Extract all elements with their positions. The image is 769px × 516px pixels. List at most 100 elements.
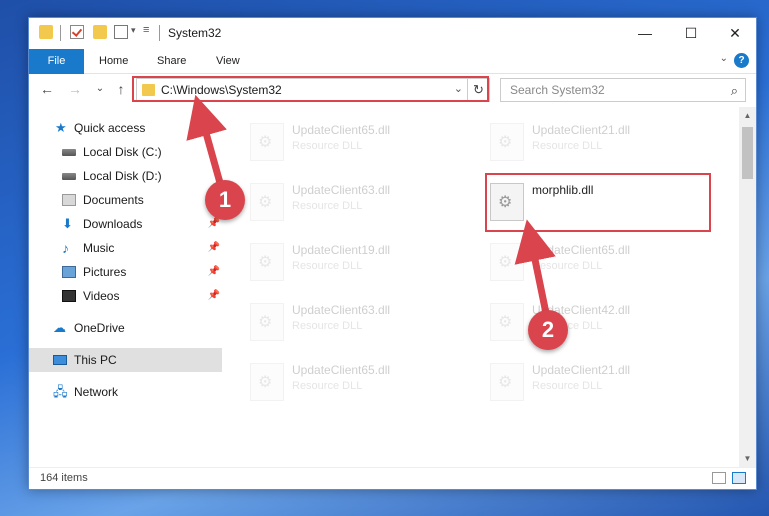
minimize-button[interactable]: — — [622, 18, 668, 48]
details-view-icon[interactable] — [712, 472, 726, 484]
recent-locations-button[interactable]: ⌄ — [91, 83, 109, 94]
up-button[interactable]: ↑ — [112, 81, 130, 97]
quick-access-menu-icon[interactable]: ≡ — [143, 24, 149, 36]
sidebar-item-label: Network — [74, 385, 119, 399]
dll-file-icon — [250, 303, 284, 341]
file-description: Resource DLL — [292, 320, 363, 332]
pin-icon[interactable]: 📌 — [208, 260, 220, 284]
file-name: UpdateClient21.dll — [532, 363, 631, 377]
status-bar: 164 items — [29, 467, 756, 489]
file-name: UpdateClient65.dll — [292, 363, 391, 377]
maximize-button[interactable]: ☐ — [668, 18, 714, 48]
drive-icon — [62, 173, 76, 180]
quick-access-dropdown-icon[interactable]: ▾ — [131, 25, 136, 36]
navigation-pane: ★ Quick access Local Disk (C:) Local Dis… — [29, 107, 222, 467]
item-count: 164 items — [40, 472, 88, 484]
pin-icon[interactable]: 📌 — [208, 284, 220, 308]
pin-icon[interactable]: 📌 — [208, 236, 220, 260]
new-folder-icon[interactable] — [93, 25, 107, 39]
divider — [60, 25, 61, 41]
sidebar-item-this-pc[interactable]: This PC — [29, 348, 222, 372]
sidebar-item-label: Pictures — [83, 265, 127, 279]
file-item[interactable]: UpdateClient63.dll Resource DLL — [246, 295, 470, 345]
scrollbar-thumb[interactable] — [742, 127, 753, 179]
file-name: UpdateClient63.dll — [292, 303, 391, 317]
expand-ribbon-icon[interactable]: ⌄ — [720, 53, 728, 64]
sidebar-item-network[interactable]: 🖧 Network — [29, 380, 222, 404]
dll-file-icon — [490, 303, 524, 341]
dll-file-icon — [490, 363, 524, 401]
dll-file-icon — [250, 363, 284, 401]
sidebar-item-label: OneDrive — [74, 321, 125, 335]
search-icon[interactable]: ⌕ — [731, 83, 738, 99]
search-input[interactable]: Search System32 ⌕ — [500, 78, 746, 102]
file-item[interactable]: UpdateClient21.dll Resource DLL — [486, 115, 710, 165]
forward-button[interactable]: → — [66, 81, 84, 97]
sidebar-item-local-disk-d[interactable]: Local Disk (D:) — [29, 164, 222, 188]
sidebar-item-label: This PC — [74, 353, 117, 367]
close-button[interactable]: ✕ — [712, 18, 758, 48]
sidebar-item-label: Videos — [83, 289, 120, 303]
file-description: Resource DLL — [532, 140, 603, 152]
step-1-badge: 1 — [205, 180, 245, 220]
file-description: Resource DLL — [532, 380, 603, 392]
dll-file-icon — [250, 243, 284, 281]
tab-home[interactable]: Home — [99, 49, 128, 74]
file-name: UpdateClient65.dll — [532, 243, 631, 257]
sidebar-item-label: Local Disk (C:) — [83, 145, 162, 159]
sidebar-item-label: Music — [83, 241, 115, 255]
folder-icon — [39, 25, 53, 39]
dll-file-icon — [490, 123, 524, 161]
tab-share[interactable]: Share — [157, 49, 186, 74]
title-bar: ▾ ≡ System32 — ☐ ✕ — [29, 18, 756, 48]
sidebar-item-videos[interactable]: Videos 📌 — [29, 284, 222, 308]
dll-file-icon — [250, 183, 284, 221]
file-description: Resource DLL — [292, 200, 363, 212]
step-2-badge: 2 — [528, 310, 568, 350]
properties-icon[interactable] — [70, 25, 84, 39]
window-title: System32 — [168, 26, 222, 40]
tab-file[interactable]: File — [29, 49, 84, 74]
back-button[interactable]: ← — [38, 81, 56, 97]
sidebar-item-local-disk-c[interactable]: Local Disk (C:) — [29, 140, 222, 164]
search-placeholder: Search System32 — [510, 83, 605, 97]
scroll-down-icon[interactable]: ▼ — [739, 450, 756, 467]
documents-icon — [62, 194, 76, 206]
address-bar-highlight — [132, 76, 489, 102]
sidebar-item-quick-access[interactable]: ★ Quick access — [29, 116, 222, 140]
file-item[interactable]: UpdateClient63.dll Resource DLL — [246, 175, 470, 225]
file-highlight — [485, 173, 711, 232]
ribbon-tabs: File Home Share View ⌄ ? — [29, 48, 756, 74]
dll-file-icon — [490, 243, 524, 281]
sidebar-item-documents[interactable]: Documents — [29, 188, 222, 212]
large-icons-view-icon[interactable] — [732, 472, 746, 484]
customize-quick-access-icon[interactable] — [114, 25, 128, 39]
sidebar-item-pictures[interactable]: Pictures 📌 — [29, 260, 222, 284]
file-name: UpdateClient19.dll — [292, 243, 391, 257]
file-item[interactable]: UpdateClient21.dll Resource DLL — [486, 355, 710, 405]
computer-icon — [53, 355, 67, 365]
file-name: UpdateClient63.dll — [292, 183, 391, 197]
file-item[interactable]: UpdateClient65.dll Resource DLL — [486, 235, 710, 285]
help-icon[interactable]: ? — [734, 53, 749, 68]
sidebar-item-label: Downloads — [83, 217, 143, 231]
sidebar-item-label: Quick access — [74, 121, 146, 135]
file-name: UpdateClient21.dll — [532, 123, 631, 137]
sidebar-item-music[interactable]: ♪ Music 📌 — [29, 236, 222, 260]
file-item[interactable]: UpdateClient42.dll Resource DLL — [486, 295, 710, 345]
sidebar-item-label: Documents — [83, 193, 144, 207]
scroll-up-icon[interactable]: ▲ — [739, 107, 756, 124]
sidebar-item-onedrive[interactable]: ☁ OneDrive — [29, 316, 222, 340]
file-item[interactable]: UpdateClient65.dll Resource DLL — [246, 355, 470, 405]
sidebar-item-downloads[interactable]: ⬇ Downloads 📌 — [29, 212, 222, 236]
divider — [159, 25, 160, 41]
network-icon: 🖧 — [53, 384, 68, 399]
file-description: Resource DLL — [292, 140, 363, 152]
pictures-icon — [62, 266, 76, 278]
file-description: Resource DLL — [292, 380, 363, 392]
file-item[interactable]: UpdateClient65.dll Resource DLL — [246, 115, 470, 165]
vertical-scrollbar[interactable]: ▲ ▼ — [739, 107, 756, 467]
tab-view[interactable]: View — [216, 49, 240, 74]
file-item[interactable]: UpdateClient19.dll Resource DLL — [246, 235, 470, 285]
videos-icon — [62, 290, 76, 302]
